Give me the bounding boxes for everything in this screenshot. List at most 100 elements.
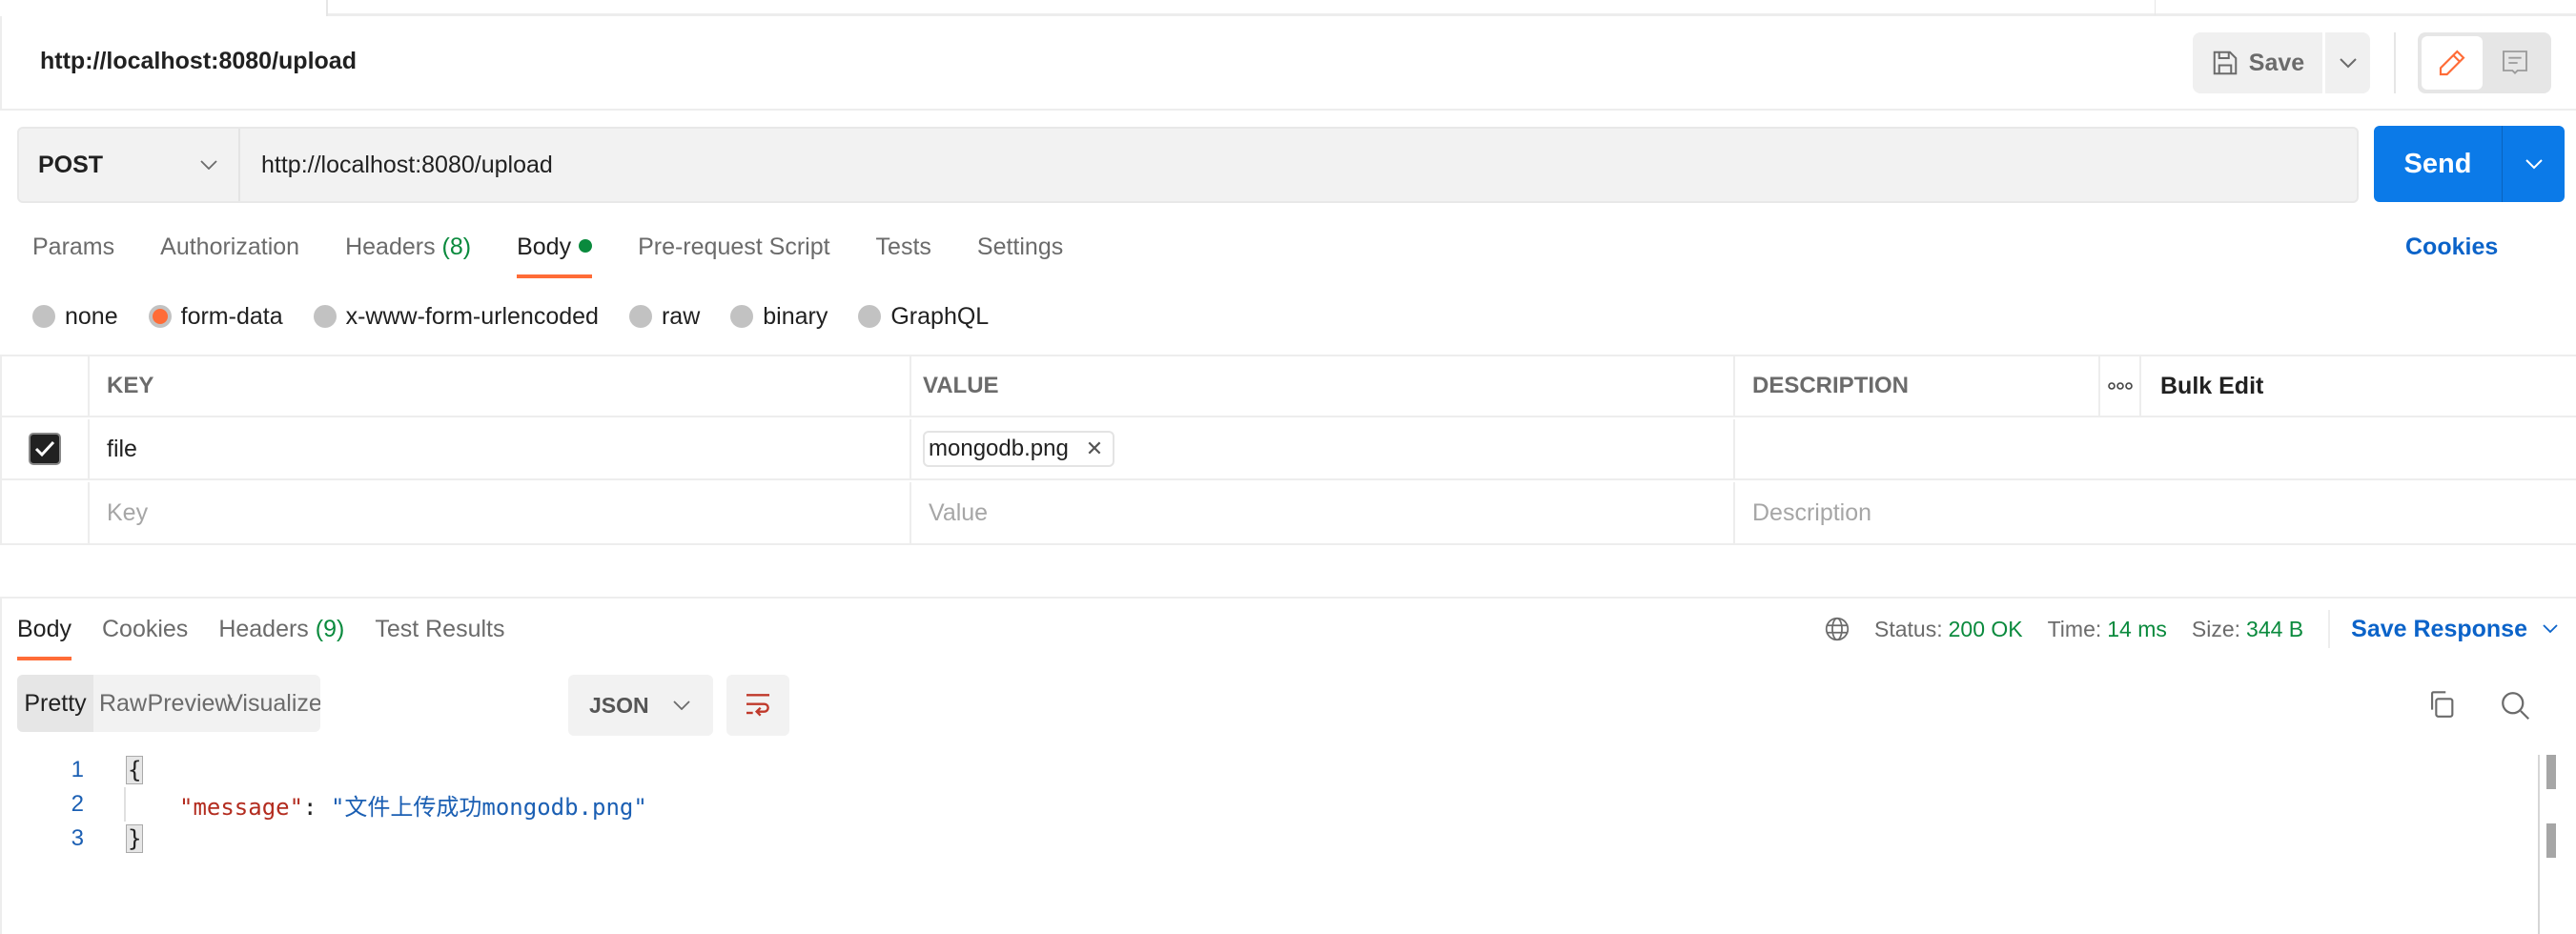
key-placeholder[interactable]: Key [88,482,910,543]
save-response-label: Save Response [2351,615,2527,642]
radio-circle-icon [628,305,652,328]
search-icon [2502,692,2530,721]
tab-body[interactable]: Body [517,231,593,278]
edit-mode-button[interactable] [2422,36,2483,90]
code-line: 3 } [0,822,2536,856]
response-code-view[interactable]: 1 { 2 "message": "文件上传成功mongodb.png" 3 } [0,753,2536,856]
chevron-down-icon [2339,58,2357,69]
view-mode-raw[interactable]: Raw [97,675,149,732]
view-mode-visualize[interactable]: Visualize [227,675,320,732]
radio-none[interactable]: none [32,303,118,331]
radio-graphql[interactable]: GraphQL [858,303,989,331]
url-input[interactable] [240,129,2357,201]
description-placeholder[interactable]: Description [1733,482,2576,543]
code-line: 2 "message": "文件上传成功mongodb.png" [0,787,2536,822]
chevron-down-icon [2543,624,2558,634]
bulk-edit-button[interactable]: Bulk Edit [2139,356,2576,416]
send-button[interactable]: Send [2374,126,2503,202]
tab-params[interactable]: Params [32,231,114,278]
radio-circle-icon [32,305,55,328]
wrap-lines-button[interactable] [726,675,789,736]
value-placeholder[interactable]: Value [910,482,1733,543]
response-tab-cookies[interactable]: Cookies [102,613,188,660]
edit-comment-toggle [2418,32,2551,93]
description-cell[interactable] [1733,419,2576,478]
save-label: Save [2248,49,2305,76]
save-response-button[interactable]: Save Response [2351,616,2558,643]
table-header-row: KEY VALUE DESCRIPTION Bulk Edit [2,356,2576,417]
request-tabs: Params Authorization Headers (8) Body Pr… [32,231,1109,278]
line-number: 1 [71,757,84,782]
send-options-chevron[interactable] [2503,126,2565,202]
scrollbar-marker[interactable] [2546,823,2556,858]
scrollbar-marker[interactable] [2546,755,2556,789]
comment-mode-button[interactable] [2483,36,2547,90]
size-value[interactable]: 344 B [2246,617,2303,642]
radio-label: x-www-form-urlencoded [345,302,599,330]
response-tab-body[interactable]: Body [17,613,72,660]
time-label: Time: [2047,616,2102,641]
method-select[interactable]: POST [19,129,240,201]
view-mode-pretty[interactable]: Pretty [17,675,93,732]
format-select[interactable]: JSON [568,675,713,736]
key-cell[interactable]: file [88,419,910,478]
checkmark-icon [34,440,55,457]
more-dots-icon [2107,382,2133,390]
json-value: "文件上传成功mongodb.png" [330,793,647,821]
row-check-cell [2,419,88,478]
row-enabled-checkbox[interactable] [29,433,61,465]
meta-divider [2328,610,2331,648]
chevron-down-icon [200,160,217,170]
response-headers-count: (9) [315,616,345,642]
row-check-cell [2,482,88,543]
radio-label: form-data [180,302,283,330]
format-label: JSON [589,692,649,718]
headers-count: (8) [441,234,472,260]
more-options-button[interactable] [2098,356,2139,416]
request-title[interactable]: http://localhost:8080/upload [40,48,357,75]
tab-authorization[interactable]: Authorization [160,231,299,278]
file-chip: mongodb.png ✕ [923,431,1115,467]
code-line: 1 { [0,753,2536,787]
remove-file-icon[interactable]: ✕ [1086,437,1103,461]
tab-settings[interactable]: Settings [977,231,1063,278]
response-tabs: Body Cookies Headers (9) Test Results [17,613,536,660]
cookies-link[interactable]: Cookies [2405,231,2498,263]
radio-urlencoded[interactable]: x-www-form-urlencoded [313,302,599,331]
radio-circle-icon [313,305,337,328]
radio-circle-icon [858,305,882,328]
pencil-icon [2439,50,2465,76]
search-button[interactable] [2498,688,2532,727]
brace-open: { [126,756,144,784]
value-cell[interactable]: mongodb.png ✕ [910,419,1733,478]
time-value[interactable]: 14 ms [2107,617,2167,642]
view-mode-preview[interactable]: Preview [148,675,233,732]
radio-label: GraphQL [890,302,990,330]
radio-raw[interactable]: raw [628,303,700,331]
response-divider[interactable] [0,597,2576,599]
tab-strip-middle [328,0,2155,16]
response-tab-test-results[interactable]: Test Results [375,613,504,660]
tab-headers-label: Headers [345,234,436,260]
save-options-chevron[interactable] [2325,32,2370,93]
tab-headers[interactable]: Headers (8) [345,231,471,278]
response-tab-headers[interactable]: Headers (9) [218,613,344,660]
tab-strip-left [0,0,328,16]
radio-binary[interactable]: binary [730,303,828,331]
table-row: file mongodb.png ✕ [2,419,2576,480]
tab-pre-request-script[interactable]: Pre-request Script [638,231,829,278]
tab-tests[interactable]: Tests [876,231,931,278]
table-row-new: Key Value Description [2,482,2576,543]
globe-icon[interactable] [1823,615,1851,643]
code-scrollbar-track[interactable] [2538,755,2540,934]
line-number: 3 [71,825,84,851]
radio-label: binary [763,302,828,330]
copy-button[interactable] [2425,688,2458,725]
wrap-lines-icon [746,694,769,717]
column-header-key: KEY [88,356,910,416]
response-meta: Status: 200 OK Time: 14 ms Size: 344 B S… [1823,610,2558,648]
radio-form-data[interactable]: form-data [148,302,283,331]
file-name: mongodb.png [929,436,1069,461]
save-button[interactable]: Save [2193,32,2322,93]
header-check-cell [2,356,88,416]
